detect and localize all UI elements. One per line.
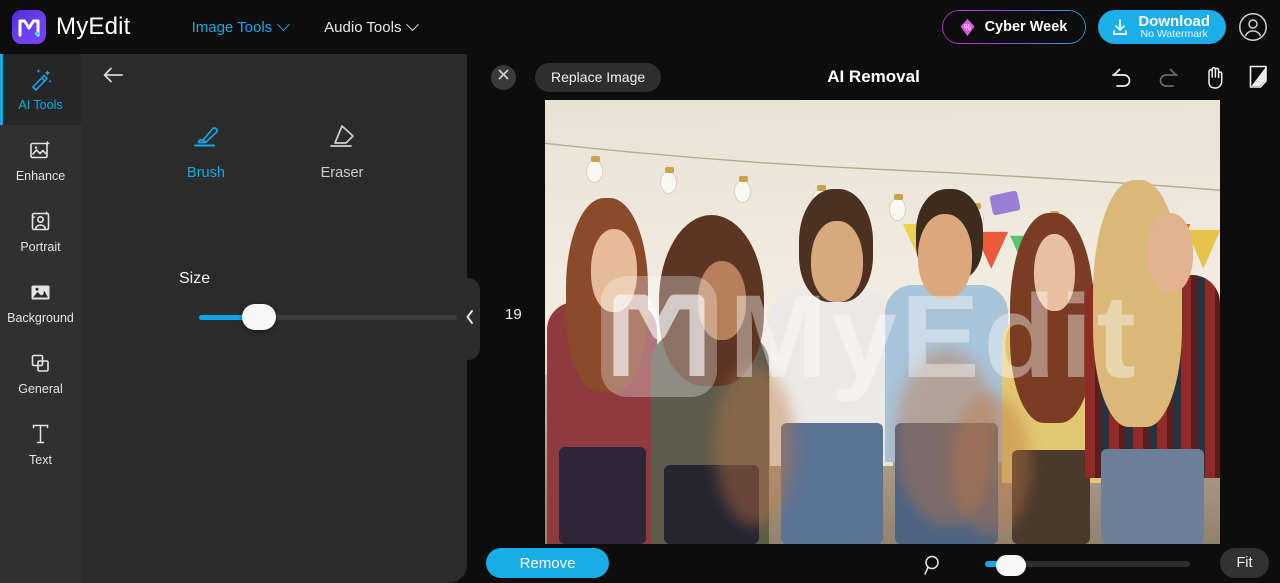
svg-text:%: % [964, 23, 971, 32]
sidebar-label-text: Text [29, 453, 52, 467]
canvas-actions [1109, 64, 1274, 90]
remove-button[interactable]: Remove [486, 548, 609, 578]
back-arrow-icon[interactable] [101, 64, 125, 91]
sidebar-item-background[interactable]: Background [0, 267, 81, 338]
fit-button-label: Fit [1236, 555, 1253, 571]
brush-mask-stroke [950, 393, 1031, 536]
chevron-down-icon [277, 17, 291, 31]
sidebar-item-portrait[interactable]: Portrait [0, 196, 81, 267]
sidebar-label-background: Background [7, 311, 74, 325]
replace-image-button[interactable]: Replace Image [535, 62, 662, 92]
brush-icon [190, 122, 222, 156]
image-canvas[interactable]: MyEdit [545, 100, 1220, 544]
zoom-slider-thumb[interactable] [995, 555, 1026, 576]
undo-icon[interactable] [1109, 66, 1134, 88]
sidebar-item-text[interactable]: Text [0, 409, 81, 480]
brush-tool-button[interactable]: Brush [169, 122, 243, 181]
download-button[interactable]: Download No Watermark [1098, 10, 1226, 44]
sidebar-item-general[interactable]: General [0, 338, 81, 409]
panel-collapse-button[interactable] [460, 278, 480, 360]
chevron-left-icon [465, 309, 475, 330]
size-label: Size [179, 270, 211, 287]
magic-wand-icon [28, 67, 53, 91]
myedit-logo-icon [12, 10, 46, 44]
brand-logo[interactable]: MyEdit [12, 10, 131, 44]
download-sublabel: No Watermark [1140, 28, 1208, 41]
fit-button[interactable]: Fit [1220, 548, 1269, 578]
hand-pan-icon[interactable] [1203, 65, 1226, 89]
watermark: MyEdit [599, 269, 1180, 405]
sidebar-label-ai-tools: AI Tools [18, 98, 63, 112]
bottom-bar: Remove Fit [467, 544, 1280, 583]
watermark-text: MyEdit [729, 270, 1140, 403]
eraser-tool-button[interactable]: Eraser [305, 122, 379, 181]
download-label: Download [1138, 13, 1210, 30]
light-bulb [734, 175, 751, 203]
slider-fill [199, 315, 248, 320]
background-image-icon [28, 280, 53, 304]
left-sidebar: AI Tools Enhance Portrait Background Gen… [0, 54, 81, 583]
nav-item-image-tools[interactable]: Image Tools [191, 17, 291, 36]
discount-tag-icon: % [960, 18, 975, 36]
sidebar-item-enhance[interactable]: Enhance [0, 125, 81, 196]
nav-label-audio-tools: Audio Tools [324, 18, 402, 36]
portrait-person-icon [28, 209, 53, 233]
close-editor-button[interactable] [491, 64, 516, 90]
light-bulb [585, 155, 603, 183]
cyber-week-button[interactable]: % Cyber Week [941, 10, 1087, 44]
slider-thumb[interactable] [241, 304, 276, 330]
eraser-icon [326, 122, 358, 156]
sidebar-item-ai-tools[interactable]: AI Tools [0, 54, 81, 125]
sidebar-label-portrait: Portrait [20, 240, 61, 254]
sidebar-label-general: General [18, 382, 63, 396]
chevron-down-icon [406, 17, 420, 31]
remove-button-label: Remove [519, 554, 576, 572]
top-bar-actions: % Cyber Week Download No Watermark [941, 0, 1268, 54]
close-x-icon [497, 68, 510, 86]
user-account-icon[interactable] [1238, 12, 1268, 42]
app-root: MyEdit Image Tools Audio Tools % Cyber W… [0, 0, 1280, 583]
top-nav: Image Tools Audio Tools [191, 17, 420, 36]
layers-copy-icon [28, 351, 53, 375]
redo-icon[interactable] [1156, 66, 1181, 88]
magnifier-icon[interactable] [922, 554, 944, 581]
watermark-logo-icon [599, 274, 719, 399]
nav-item-audio-tools[interactable]: Audio Tools [324, 17, 420, 36]
image-sparkle-icon [28, 138, 53, 162]
zoom-slider[interactable] [985, 555, 1190, 576]
brand-name: MyEdit [56, 13, 131, 40]
size-value: 19 [505, 306, 522, 323]
eraser-tool-label: Eraser [320, 165, 364, 181]
text-t-icon [28, 422, 53, 446]
nav-label-image-tools: Image Tools [191, 18, 273, 36]
sidebar-label-enhance: Enhance [15, 169, 66, 183]
brush-size-slider[interactable] [179, 304, 457, 330]
canvas-header: AI Removal Replace Image [467, 54, 1280, 100]
tool-panel: Brush Eraser Size 19 [81, 54, 522, 583]
download-icon [1113, 18, 1128, 35]
tool-selector: Brush Eraser [81, 122, 467, 181]
compare-split-icon[interactable] [1248, 64, 1274, 90]
light-bulb [659, 167, 677, 195]
brush-tool-label: Brush [187, 165, 225, 181]
replace-image-label: Replace Image [551, 69, 646, 85]
cyber-week-label: Cyber Week [984, 19, 1068, 35]
top-bar: MyEdit Image Tools Audio Tools % Cyber W… [0, 0, 1280, 54]
